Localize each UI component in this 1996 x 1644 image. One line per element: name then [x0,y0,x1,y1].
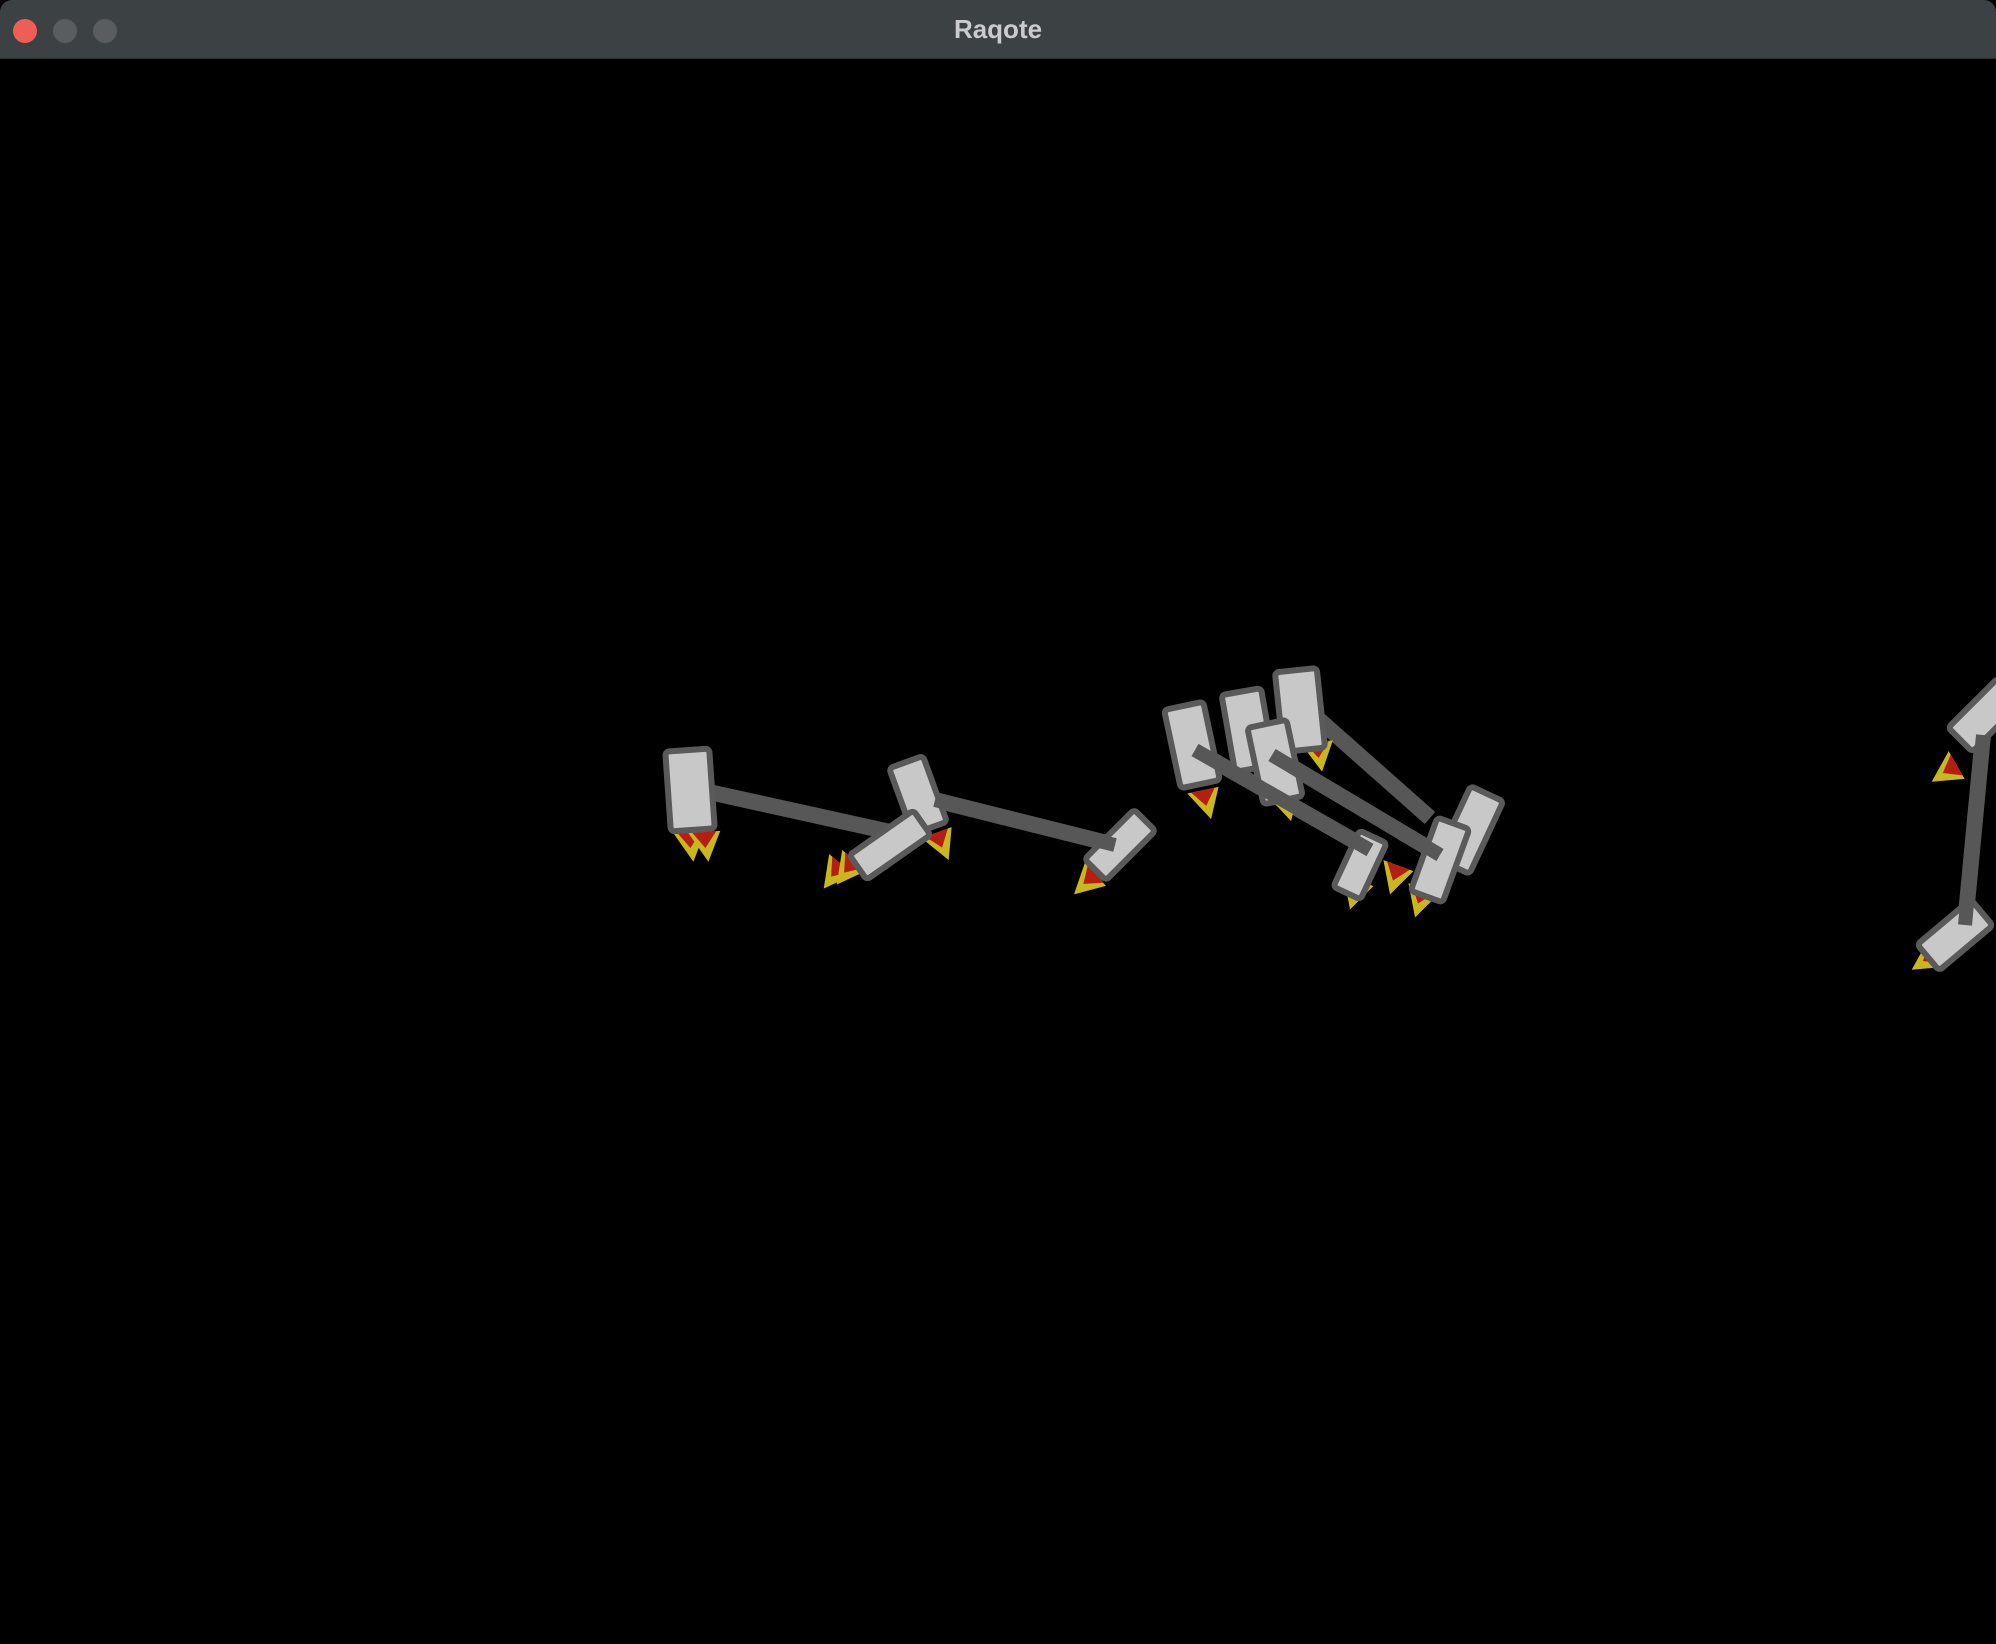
thruster-flame [1931,751,1965,782]
thruster-body [1915,898,1995,972]
link-rod-front [1958,734,1990,926]
app-window: Raqote [0,0,1996,1644]
link-rod [698,782,892,840]
thruster-body [1161,699,1223,791]
thruster-body [1408,815,1472,905]
link-rod-front [933,793,1117,852]
thruster-flame [1187,786,1219,820]
render-canvas[interactable] [0,59,1996,1644]
window-title: Raqote [953,14,1043,44]
title-bar[interactable]: Raqote [0,0,1996,59]
scene-svg [662,665,1996,972]
thruster-body [662,745,718,835]
link-rod [1302,704,1436,824]
